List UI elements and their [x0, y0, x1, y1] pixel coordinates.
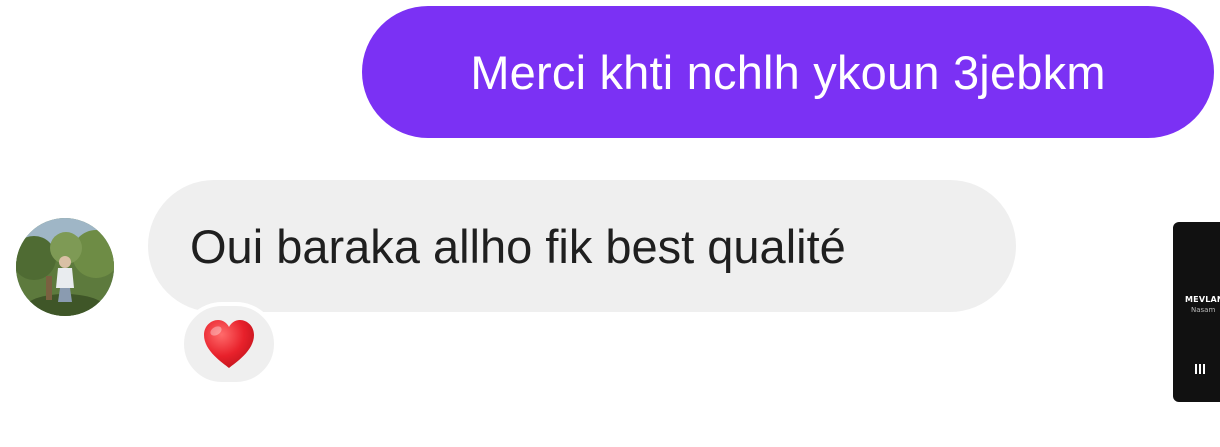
music-artist: MEVLAN — [1185, 295, 1220, 304]
chat-screen: Merci khti nchlh ykoun 3jebkm Oui baraka… — [0, 0, 1220, 447]
pause-icon[interactable] — [1194, 363, 1206, 375]
incoming-message-text: Oui baraka allho fik best qualité — [190, 219, 846, 273]
music-player-widget[interactable]: MEVLAN Nasam — [1173, 222, 1220, 402]
heart-icon — [204, 320, 254, 368]
avatar[interactable] — [16, 218, 114, 316]
music-track: Nasam — [1191, 306, 1216, 314]
outgoing-message-bubble[interactable]: Merci khti nchlh ykoun 3jebkm — [362, 6, 1214, 138]
avatar-photo — [16, 218, 114, 316]
message-reaction[interactable] — [180, 302, 278, 386]
incoming-message-bubble[interactable]: Oui baraka allho fik best qualité — [148, 180, 1016, 312]
outgoing-message-text: Merci khti nchlh ykoun 3jebkm — [470, 45, 1106, 99]
